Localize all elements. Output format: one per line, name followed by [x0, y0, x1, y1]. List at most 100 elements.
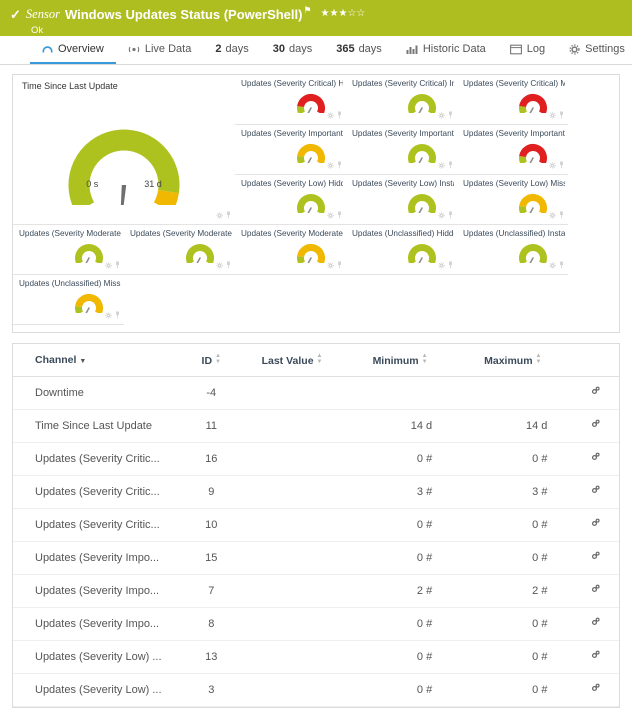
pin-icon[interactable]: [447, 160, 454, 172]
gauge-cell-4[interactable]: Updates (Severity Important) ...: [346, 125, 457, 175]
gauge-cell-13[interactable]: Updates (Unclassified) Install...: [457, 225, 568, 275]
gauge-cell-3[interactable]: Updates (Severity Important) ...: [235, 125, 346, 175]
gauge-cell-12[interactable]: Updates (Unclassified) Hidden: [346, 225, 457, 275]
gear-icon[interactable]: [438, 210, 445, 222]
cell-maximum-2: 0 #: [456, 443, 569, 476]
col-header-last-value[interactable]: Last Value▲▼: [240, 344, 344, 377]
tab-log[interactable]: Log: [498, 36, 557, 64]
gauge-cell-2[interactable]: Updates (Severity Critical) Mi...: [457, 75, 568, 125]
cell-actions-8[interactable]: [569, 641, 619, 674]
table-row[interactable]: Updates (Severity Low) ... 13 0 # 0 #: [13, 641, 619, 674]
priority-stars[interactable]: ★★★☆☆: [321, 8, 366, 19]
pin-icon[interactable]: [447, 110, 454, 122]
tab-historic-data[interactable]: Historic Data: [394, 36, 498, 64]
cell-last-value-5: [240, 542, 344, 575]
cell-actions-3[interactable]: [569, 476, 619, 509]
cell-actions-2[interactable]: [569, 443, 619, 476]
gear-icon[interactable]: [327, 210, 334, 222]
table-row[interactable]: Updates (Severity Impo... 15 0 # 0 #: [13, 542, 619, 575]
tab-2-days[interactable]: 2 days: [203, 36, 260, 64]
table-row[interactable]: Updates (Severity Impo... 7 2 # 2 #: [13, 575, 619, 608]
pin-icon[interactable]: [558, 160, 565, 172]
table-row[interactable]: Updates (Severity Low) ... 3 0 # 0 #: [13, 674, 619, 707]
gauge-cell-8[interactable]: Updates (Severity Low) Missi...: [457, 175, 568, 225]
gear-icon[interactable]: [438, 110, 445, 122]
row-gear-icon[interactable]: [589, 518, 600, 532]
row-gear-icon[interactable]: [589, 584, 600, 598]
pin-icon[interactable]: [225, 260, 232, 272]
col-header-last-value-label: Last Value: [262, 355, 314, 367]
row-gear-icon[interactable]: [589, 386, 600, 400]
cell-actions-1[interactable]: [569, 410, 619, 443]
gauge-cell-5[interactable]: Updates (Severity Important) ...: [457, 125, 568, 175]
row-gear-icon[interactable]: [589, 419, 600, 433]
gear-icon[interactable]: [438, 260, 445, 272]
cell-actions-4[interactable]: [569, 509, 619, 542]
gauge-cell-primary[interactable]: Time Since Last Update 0 s 31 d: [13, 75, 235, 225]
gear-icon[interactable]: [549, 210, 556, 222]
row-gear-icon[interactable]: [589, 551, 600, 565]
row-gear-icon[interactable]: [589, 452, 600, 466]
col-header-maximum[interactable]: Maximum▲▼: [456, 344, 569, 377]
cell-id-9: 3: [182, 674, 240, 707]
gauge-cell-0[interactable]: Updates (Severity Critical) Hi...: [235, 75, 346, 125]
pin-icon[interactable]: [336, 260, 343, 272]
gear-icon[interactable]: [105, 260, 112, 272]
cell-actions-6[interactable]: [569, 575, 619, 608]
pin-icon[interactable]: [225, 210, 232, 222]
pin-icon[interactable]: [336, 110, 343, 122]
cell-channel-8: Updates (Severity Low) ...: [13, 641, 182, 674]
cell-actions-5[interactable]: [569, 542, 619, 575]
pin-icon[interactable]: [114, 260, 121, 272]
gear-icon[interactable]: [549, 260, 556, 272]
gauge-cell-1[interactable]: Updates (Severity Critical) Ins...: [346, 75, 457, 125]
table-row[interactable]: Updates (Severity Critic... 9 3 # 3 #: [13, 476, 619, 509]
tab-live-data[interactable]: Live Data: [116, 36, 203, 64]
gear-icon[interactable]: [216, 260, 223, 272]
gauge-cell-9[interactable]: Updates (Severity Moderate) ...: [13, 225, 124, 275]
tab-365-days[interactable]: 365 days: [324, 36, 394, 64]
gauge-cell-6[interactable]: Updates (Severity Low) Hidden: [235, 175, 346, 225]
gear-icon[interactable]: [327, 160, 334, 172]
gear-icon[interactable]: [105, 310, 112, 322]
col-header-minimum[interactable]: Minimum▲▼: [344, 344, 456, 377]
pin-icon[interactable]: [558, 260, 565, 272]
table-row[interactable]: Updates (Severity Critic... 16 0 # 0 #: [13, 443, 619, 476]
row-gear-icon[interactable]: [589, 650, 600, 664]
tab-30-days[interactable]: 30 days: [261, 36, 325, 64]
gauge-cell-14[interactable]: Updates (Unclassified) Missing: [13, 275, 124, 325]
flag-icon[interactable]: ⚑: [303, 5, 311, 16]
table-row[interactable]: Time Since Last Update 11 14 d 14 d: [13, 410, 619, 443]
table-row[interactable]: Updates (Severity Critic... 10 0 # 0 #: [13, 509, 619, 542]
cell-maximum-0: [456, 377, 569, 410]
col-header-channel[interactable]: Channel▼: [13, 344, 182, 377]
pin-icon[interactable]: [336, 160, 343, 172]
pin-icon[interactable]: [336, 210, 343, 222]
pin-icon[interactable]: [558, 110, 565, 122]
tab-overview[interactable]: Overview: [30, 36, 116, 64]
row-gear-icon[interactable]: [589, 617, 600, 631]
gauge-cell-10[interactable]: Updates (Severity Moderate) I...: [124, 225, 235, 275]
table-row[interactable]: Downtime -4: [13, 377, 619, 410]
gear-icon[interactable]: [549, 160, 556, 172]
gear-icon[interactable]: [327, 110, 334, 122]
row-gear-icon[interactable]: [589, 485, 600, 499]
cell-channel-5: Updates (Severity Impo...: [13, 542, 182, 575]
pin-icon[interactable]: [558, 210, 565, 222]
gauge-cell-7[interactable]: Updates (Severity Low) Install...: [346, 175, 457, 225]
gear-icon[interactable]: [549, 110, 556, 122]
gear-icon[interactable]: [216, 210, 223, 222]
gear-icon[interactable]: [327, 260, 334, 272]
gear-icon[interactable]: [438, 160, 445, 172]
cell-maximum-9: 0 #: [456, 674, 569, 707]
cell-actions-0[interactable]: [569, 377, 619, 410]
row-gear-icon[interactable]: [589, 683, 600, 697]
pin-icon[interactable]: [447, 260, 454, 272]
pin-icon[interactable]: [114, 310, 121, 322]
pin-icon[interactable]: [447, 210, 454, 222]
col-header-id[interactable]: ID▲▼: [182, 344, 240, 377]
tab-settings[interactable]: Settings: [557, 36, 632, 64]
cell-actions-9[interactable]: [569, 674, 619, 707]
cell-maximum-5: 0 #: [456, 542, 569, 575]
gauge-cell-11[interactable]: Updates (Severity Moderate) ...: [235, 225, 346, 275]
